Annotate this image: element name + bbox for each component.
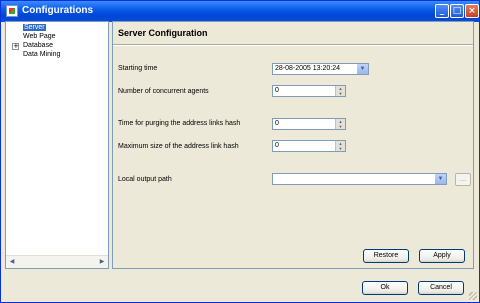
resize-grip-icon[interactable] — [469, 292, 477, 300]
purge-time-stepper[interactable]: 0 ▲ ▼ — [272, 118, 346, 130]
title-bar[interactable]: Configurations _ □ × — [1, 1, 479, 22]
spin-down-icon[interactable]: ▼ — [336, 124, 345, 129]
maximize-icon[interactable]: □ — [450, 4, 464, 18]
output-path-label: Local output path — [118, 176, 172, 183]
spin-buttons[interactable]: ▲ ▼ — [335, 119, 345, 129]
ok-button[interactable]: Ok — [362, 281, 408, 295]
max-hash-size-label: Maximum size of the address link hash — [118, 143, 239, 150]
spin-down-icon[interactable]: ▼ — [336, 91, 345, 96]
close-icon[interactable]: × — [465, 4, 479, 18]
settings-panel: Server Configuration Starting time 28-08… — [112, 21, 474, 269]
panel-divider — [113, 44, 473, 46]
spin-buttons[interactable]: ▲ ▼ — [335, 86, 345, 96]
configurations-window: Configurations _ □ × Server Web Page + D… — [0, 0, 480, 303]
concurrent-agents-label: Number of concurrent agents — [118, 88, 209, 95]
starting-time-label: Starting time — [118, 65, 158, 72]
chevron-down-icon[interactable]: ▼ — [434, 174, 446, 184]
purge-time-label: Time for purging the address links hash — [118, 120, 241, 127]
apply-button[interactable]: Apply — [419, 249, 465, 263]
starting-time-value: 28-08-2005 13:20:24 — [275, 65, 340, 72]
starting-time-picker[interactable]: 28-08-2005 13:20:24 ▼ — [272, 63, 369, 75]
tree-item-server[interactable]: Server — [23, 24, 46, 31]
window-title: Configurations — [22, 5, 94, 16]
minimize-icon[interactable]: _ — [435, 4, 449, 18]
scroll-right-icon[interactable]: ▶ — [97, 257, 107, 267]
spin-buttons[interactable]: ▲ ▼ — [335, 141, 345, 151]
concurrent-agents-stepper[interactable]: 0 ▲ ▼ — [272, 85, 346, 97]
spin-down-icon[interactable]: ▼ — [336, 146, 345, 151]
max-hash-size-stepper[interactable]: 0 ▲ ▼ — [272, 140, 346, 152]
browse-button[interactable]: ... — [455, 173, 471, 186]
restore-button[interactable]: Restore — [363, 249, 409, 263]
purge-time-value: 0 — [275, 120, 279, 127]
tree-item-database[interactable]: Database — [23, 42, 53, 49]
chevron-down-icon[interactable]: ▼ — [356, 64, 368, 74]
cancel-button[interactable]: Cancel — [418, 281, 464, 295]
app-icon — [6, 5, 18, 17]
panel-title: Server Configuration — [118, 28, 208, 38]
tree-item-data-mining[interactable]: Data Mining — [23, 51, 60, 58]
max-hash-size-value: 0 — [275, 142, 279, 149]
horizontal-scrollbar[interactable]: ◀ ▶ — [6, 255, 108, 268]
output-path-combobox[interactable]: ▼ — [272, 173, 447, 185]
tree-item-web-page[interactable]: Web Page — [23, 33, 56, 40]
expand-plus-icon[interactable]: + — [12, 43, 19, 50]
concurrent-agents-value: 0 — [275, 87, 279, 94]
scroll-left-icon[interactable]: ◀ — [7, 257, 17, 267]
navigation-tree[interactable]: Server Web Page + Database Data Mining ◀… — [5, 21, 109, 269]
